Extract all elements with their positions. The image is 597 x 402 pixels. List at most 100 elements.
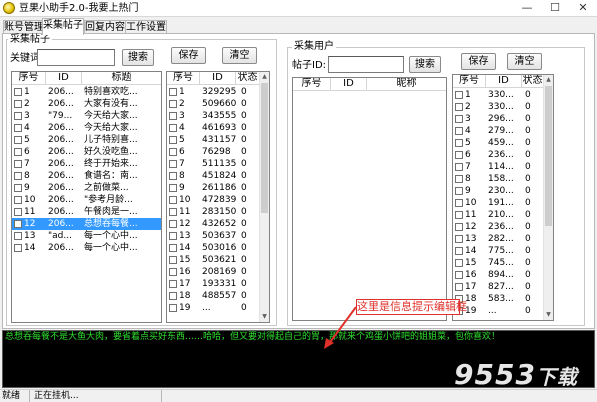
- row-checkbox[interactable]: [169, 256, 177, 264]
- tab-reply-content[interactable]: 回复内容: [84, 20, 126, 34]
- list-item[interactable]: 14 503016 0: [167, 242, 269, 254]
- column-header-id[interactable]: ID: [486, 75, 522, 88]
- list-item[interactable]: 13 503637 0: [167, 230, 269, 242]
- list-item[interactable]: 15 745... 0: [453, 257, 553, 269]
- posts-clear-button[interactable]: 清空: [222, 47, 257, 64]
- row-checkbox[interactable]: [455, 103, 463, 111]
- row-checkbox[interactable]: [169, 124, 177, 132]
- row-checkbox[interactable]: [169, 184, 177, 192]
- column-header-nickname[interactable]: 昵称: [367, 78, 446, 91]
- list-item[interactable]: 7 206... 终于开始来...: [12, 158, 161, 170]
- posts-list[interactable]: 序号 ID 标题 1 206... 特别喜欢吃... 2 206... 大家有没有... 3…: [11, 71, 162, 323]
- list-item[interactable]: 2 206... 大家有没有...: [12, 98, 161, 110]
- row-checkbox[interactable]: [455, 247, 463, 255]
- row-checkbox[interactable]: [169, 208, 177, 216]
- list-item[interactable]: 10 206... "参考月龄...: [12, 194, 161, 206]
- scroll-up-icon[interactable]: ▲: [544, 75, 553, 85]
- minimize-button[interactable]: —: [513, 0, 541, 17]
- list-item[interactable]: 1 206... 特别喜欢吃...: [12, 86, 161, 98]
- tab-work-settings[interactable]: 工作设置: [125, 20, 167, 34]
- column-header-no[interactable]: 序号: [293, 78, 331, 91]
- column-header-no[interactable]: 序号: [167, 72, 200, 85]
- column-header-status[interactable]: 状态: [522, 75, 544, 88]
- column-header-no[interactable]: 序号: [453, 75, 486, 88]
- list-item[interactable]: 8 158... 0: [453, 173, 553, 185]
- list-item[interactable]: 9 230... 0: [453, 185, 553, 197]
- row-checkbox[interactable]: [455, 187, 463, 195]
- row-checkbox[interactable]: [169, 160, 177, 168]
- row-checkbox[interactable]: [455, 223, 463, 231]
- scroll-up-icon[interactable]: ▲: [260, 72, 269, 82]
- row-checkbox[interactable]: [169, 148, 177, 156]
- post-id-input[interactable]: [328, 56, 404, 73]
- list-item[interactable]: 7 511135 0: [167, 158, 269, 170]
- row-checkbox[interactable]: [169, 88, 177, 96]
- list-item[interactable]: 12 432652 0: [167, 218, 269, 230]
- row-checkbox[interactable]: [169, 292, 177, 300]
- list-item[interactable]: 14 206... 每一个心中...: [12, 242, 161, 254]
- list-item[interactable]: 13 "ad... 每一个心中...: [12, 230, 161, 242]
- column-header-id[interactable]: ID: [200, 72, 236, 85]
- list-item[interactable]: 6 76298 0: [167, 146, 269, 158]
- list-item[interactable]: 11 210... 0: [453, 209, 553, 221]
- list-item[interactable]: 17 193331 0: [167, 278, 269, 290]
- list-item[interactable]: 19... 0: [167, 302, 269, 314]
- row-checkbox[interactable]: [14, 232, 22, 240]
- list-item[interactable]: 5 431157 0: [167, 134, 269, 146]
- list-item[interactable]: 16 208169 0: [167, 266, 269, 278]
- users-save-button[interactable]: 保存: [461, 53, 496, 70]
- list-item[interactable]: 11 283150 0: [167, 206, 269, 218]
- list-item[interactable]: 8 451824 0: [167, 170, 269, 182]
- row-checkbox[interactable]: [455, 199, 463, 207]
- row-checkbox[interactable]: [14, 208, 22, 216]
- list-item[interactable]: 16 894... 0: [453, 269, 553, 281]
- list-item[interactable]: 3 296... 0: [453, 113, 553, 125]
- users-status-list[interactable]: 序号 ID 状态 ▲ ▼ 1 330... 0 2 330... 0 3 296... 0 4 27…: [452, 74, 554, 321]
- row-checkbox[interactable]: [455, 163, 463, 171]
- posts-save-button[interactable]: 保存: [171, 47, 206, 64]
- row-checkbox[interactable]: [455, 91, 463, 99]
- tab-account-management[interactable]: 账号管理: [3, 20, 44, 34]
- row-checkbox[interactable]: [169, 280, 177, 288]
- column-header-id[interactable]: ID: [46, 72, 82, 85]
- list-item[interactable]: 12 206... 总想吞每餐...: [12, 218, 161, 230]
- row-checkbox[interactable]: [14, 136, 22, 144]
- column-header-id[interactable]: ID: [331, 78, 367, 91]
- list-item[interactable]: 7 114... 0: [453, 161, 553, 173]
- row-checkbox[interactable]: [455, 271, 463, 279]
- list-item[interactable]: 14 775... 0: [453, 245, 553, 257]
- row-checkbox[interactable]: [455, 259, 463, 267]
- row-checkbox[interactable]: [455, 235, 463, 243]
- list-item[interactable]: 19... 0: [453, 305, 553, 317]
- list-item[interactable]: 4 461693 0: [167, 122, 269, 134]
- row-checkbox[interactable]: [169, 100, 177, 108]
- list-item[interactable]: 3 343555 0: [167, 110, 269, 122]
- row-checkbox[interactable]: [455, 211, 463, 219]
- list-item[interactable]: 13 282... 0: [453, 233, 553, 245]
- list-item[interactable]: 10 472839 0: [167, 194, 269, 206]
- list-item[interactable]: 6 236... 0: [453, 149, 553, 161]
- row-checkbox[interactable]: [14, 100, 22, 108]
- row-checkbox[interactable]: [455, 151, 463, 159]
- row-checkbox[interactable]: [455, 283, 463, 291]
- row-checkbox[interactable]: [14, 220, 22, 228]
- users-search-button[interactable]: 搜索: [409, 56, 441, 73]
- list-item[interactable]: 18 583... 0: [453, 293, 553, 305]
- list-item[interactable]: 4 206... 今天给大家...: [12, 122, 161, 134]
- row-checkbox[interactable]: [169, 196, 177, 204]
- list-item[interactable]: 2 330... 0: [453, 101, 553, 113]
- row-checkbox[interactable]: [455, 139, 463, 147]
- close-button[interactable]: ✕: [569, 0, 597, 17]
- row-checkbox[interactable]: [14, 172, 22, 180]
- row-checkbox[interactable]: [14, 160, 22, 168]
- keyword-input[interactable]: [37, 49, 115, 66]
- row-checkbox[interactable]: [455, 175, 463, 183]
- list-item[interactable]: 17 827... 0: [453, 281, 553, 293]
- row-checkbox[interactable]: [455, 115, 463, 123]
- column-header-title[interactable]: 标题: [82, 72, 161, 85]
- tab-collect-posts[interactable]: 采集帖子: [42, 18, 84, 35]
- list-item[interactable]: 9 261186 0: [167, 182, 269, 194]
- posts-search-button[interactable]: 搜索: [122, 49, 154, 66]
- row-checkbox[interactable]: [169, 268, 177, 276]
- row-checkbox[interactable]: [14, 148, 22, 156]
